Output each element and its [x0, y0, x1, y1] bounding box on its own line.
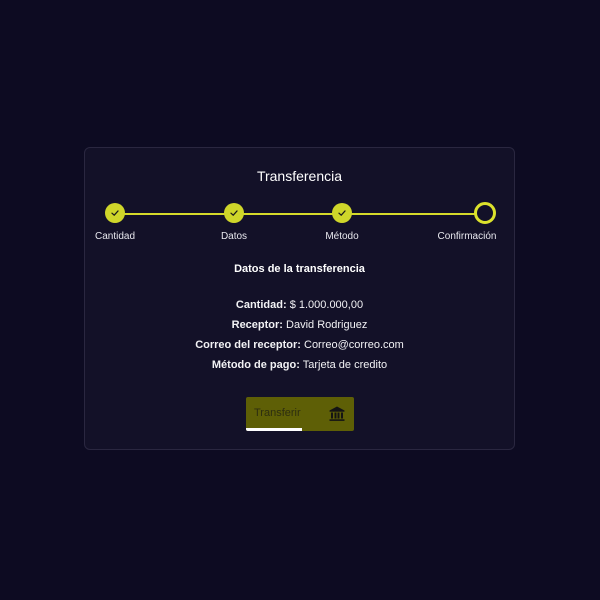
step-2-label: Datos [220, 231, 248, 242]
transfer-button[interactable]: Transferir [246, 397, 354, 431]
transfer-button-label: Transferir [254, 407, 301, 419]
check-icon [338, 210, 346, 216]
detail-value: David Rodriguez [286, 319, 368, 331]
card-title: Transferencia [256, 168, 343, 184]
transfer-progress-bar [246, 428, 303, 431]
detail-label: Receptor: [231, 319, 283, 331]
step-1-circle [105, 203, 125, 223]
detail-label: Cantidad: [235, 299, 287, 311]
check-icon [111, 210, 119, 216]
summary-title: Datos de la transferencia [234, 263, 365, 275]
detail-value: Tarjeta de credito [302, 359, 388, 371]
detail-payment-method: Método de pago: Tarjeta de credito [85, 359, 514, 371]
detail-amount: Cantidad: $ 1.000.000,00 [85, 299, 514, 311]
transfer-card: Transferencia Cantidad Datos Método Conf… [84, 147, 515, 450]
step-3-label: Método [325, 231, 359, 242]
check-icon [230, 210, 238, 216]
stepper-track [115, 213, 485, 215]
step-4-label: Confirmación [437, 231, 497, 242]
detail-receiver: Receptor: David Rodriguez [85, 319, 514, 331]
detail-label: Método de pago: [211, 359, 300, 371]
step-2-circle [224, 203, 244, 223]
detail-label: Correo del receptor: [195, 339, 301, 351]
bank-icon [328, 405, 346, 428]
detail-value: $ 1.000.000,00 [289, 299, 364, 311]
step-3-circle [332, 203, 352, 223]
step-1-label: Cantidad [94, 231, 136, 242]
step-4-circle [474, 202, 496, 224]
detail-value: Correo@correo.com [304, 339, 404, 351]
detail-receiver-email: Correo del receptor: Correo@correo.com [85, 339, 514, 351]
